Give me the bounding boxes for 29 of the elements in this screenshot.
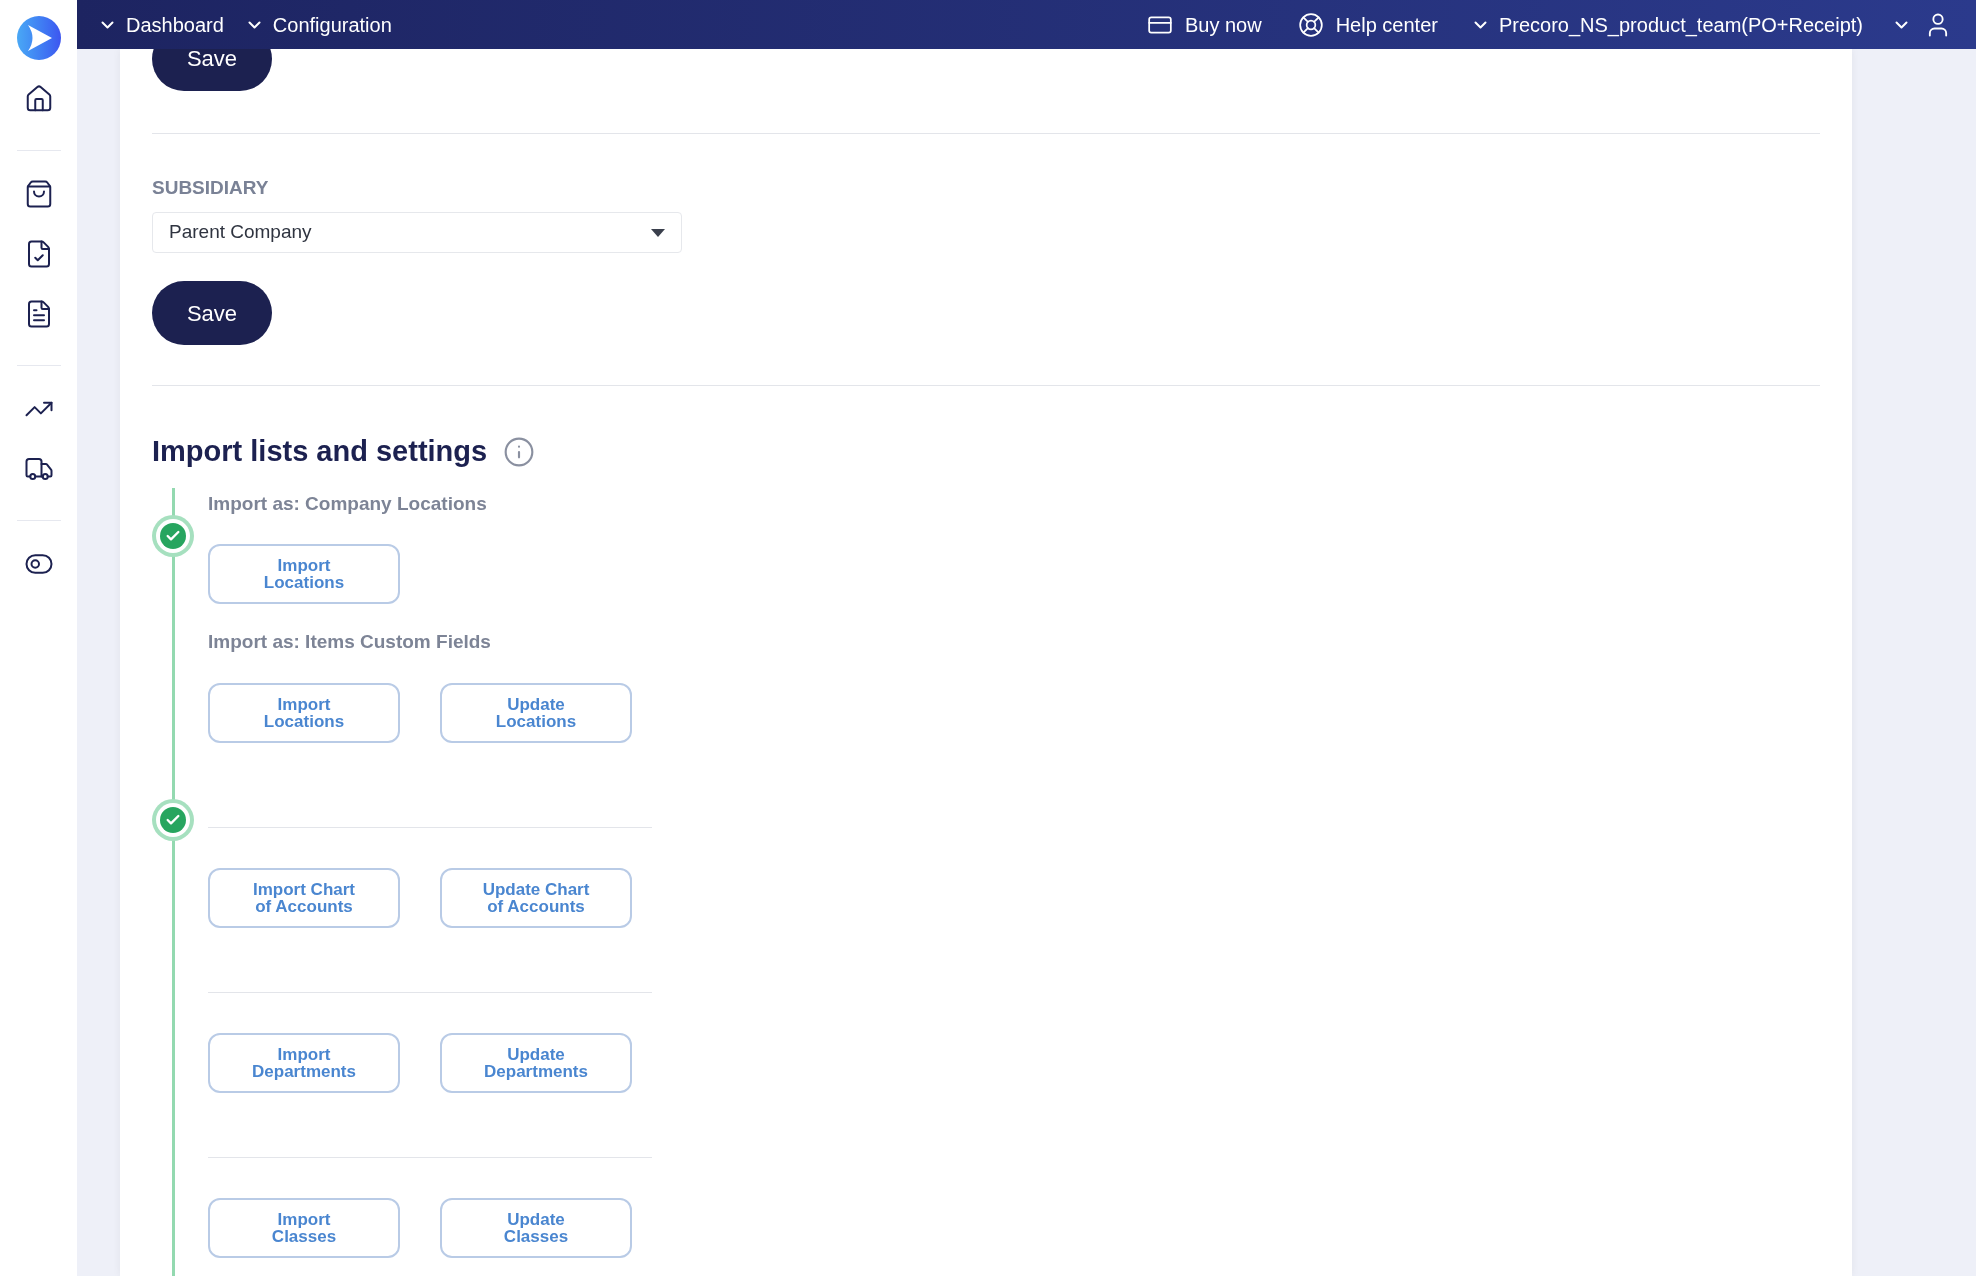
- dropdown-caret-icon: [651, 228, 665, 237]
- subsidiary-select[interactable]: Parent Company: [152, 212, 682, 253]
- import-button[interactable]: Import Locations: [208, 544, 400, 604]
- chevron-icon[interactable]: [1895, 20, 1908, 29]
- group-label: Import as: Items Custom Fields: [208, 630, 492, 654]
- import-button[interactable]: Update Locations: [440, 682, 632, 743]
- import-button[interactable]: Import Chart of Accounts: [208, 867, 400, 928]
- save-button[interactable]: Save: [152, 281, 272, 345]
- account-menu[interactable]: Precoro_NS_product_team(PO+Receipt): [1473, 9, 1863, 40]
- chevron-icon: [247, 20, 261, 29]
- import-button[interactable]: Import Locations: [208, 682, 400, 743]
- import-button[interactable]: Import Departments: [208, 1032, 400, 1093]
- chevron-icon: [1473, 20, 1487, 29]
- save-button[interactable]: Save: [152, 49, 272, 91]
- lifebuoy-icon: [1297, 11, 1324, 38]
- nav-link[interactable]: Buy now: [1146, 9, 1262, 40]
- import-button[interactable]: Update Chart of Accounts: [440, 867, 632, 928]
- import-button[interactable]: Import Classes: [208, 1197, 400, 1258]
- group-label: Import as: Company Locations: [208, 491, 488, 516]
- logo-icon: [16, 16, 61, 60]
- nav-link[interactable]: Help center: [1297, 9, 1438, 40]
- nav-menu[interactable]: Dashboard: [101, 9, 224, 40]
- import-button[interactable]: Update Departments: [440, 1032, 632, 1093]
- section-title: Import lists and settings: [152, 434, 488, 469]
- field-label: SUBSIDIARY: [152, 175, 270, 200]
- import-button[interactable]: Update Classes: [440, 1197, 632, 1258]
- nav-menu[interactable]: Configuration: [247, 9, 392, 40]
- info-icon[interactable]: [503, 435, 536, 468]
- chevron-icon: [101, 20, 114, 29]
